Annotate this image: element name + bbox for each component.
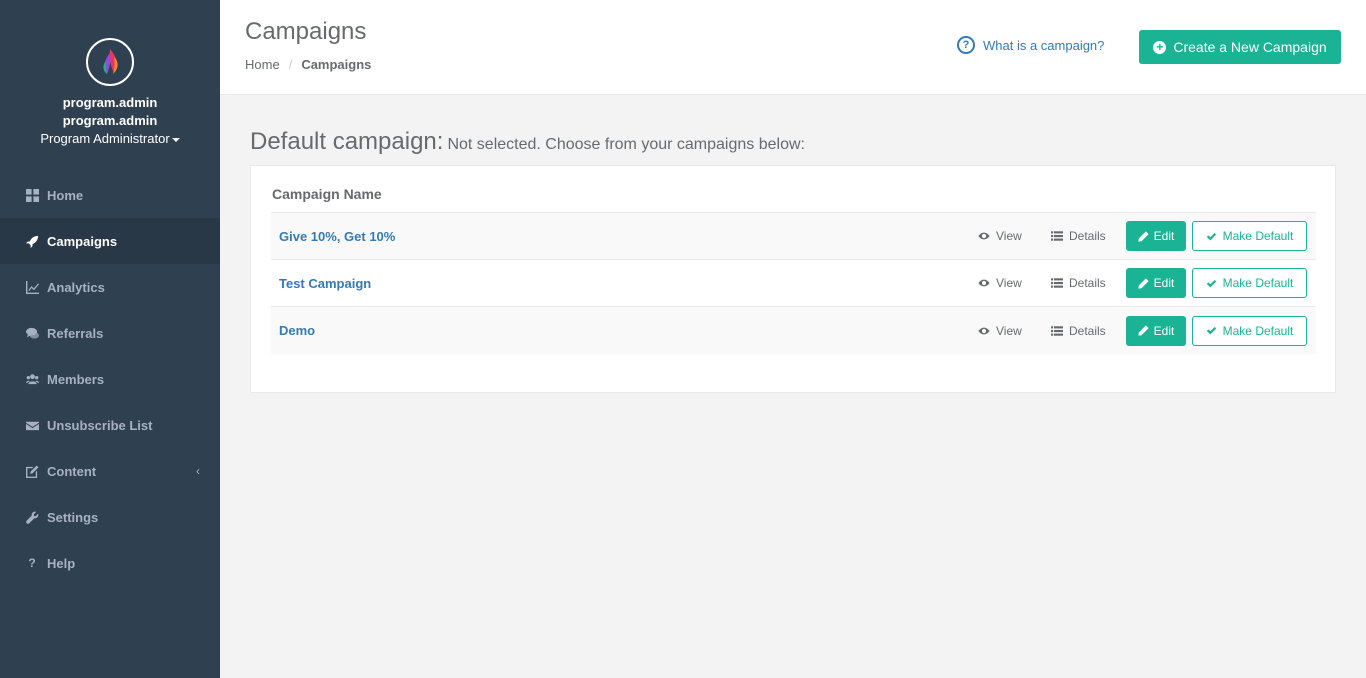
list-icon [1051, 325, 1063, 336]
users-icon [25, 372, 39, 386]
campaign-name-link[interactable]: Give 10%, Get 10% [279, 229, 395, 244]
profile: program.admin program.admin Program Admi… [0, 0, 220, 172]
breadcrumb: Home / Campaigns [245, 57, 371, 72]
sidebar-item-label: Content [47, 463, 97, 479]
sidebar-item-settings[interactable]: Settings [0, 494, 220, 540]
table-row: Give 10%, Get 10% View Details Edit Make… [271, 213, 1316, 260]
rocket-icon [25, 234, 39, 248]
default-campaign-status: Not selected. Choose from your campaigns… [447, 136, 805, 153]
chevron-left-icon: ‹ [196, 464, 200, 478]
edit-button[interactable]: Edit [1126, 221, 1186, 251]
sidebar-item-label: Members [47, 371, 105, 387]
view-label: View [996, 323, 1022, 338]
column-header-campaign-name: Campaign Name [272, 186, 382, 202]
details-link[interactable]: Details [1051, 229, 1106, 243]
breadcrumb-current: Campaigns [301, 57, 372, 72]
help-link-label: What is a campaign? [983, 37, 1105, 53]
sidebar-item-label: Unsubscribe List [47, 417, 153, 433]
make-default-button[interactable]: Make Default [1192, 315, 1307, 346]
eye-icon [978, 279, 990, 287]
sidebar-item-label: Settings [47, 509, 99, 525]
sidebar-item-members[interactable]: Members [0, 356, 220, 402]
wrench-icon [25, 510, 39, 524]
sidebar-item-label: Home [47, 187, 84, 203]
page-header: Campaigns Home / Campaigns ? What is a cam… [220, 0, 1366, 95]
role-dropdown[interactable]: Program Administrator [0, 130, 220, 148]
list-icon [1051, 278, 1063, 288]
user-login: program.admin [62, 113, 158, 128]
create-button-label: Create a New Campaign [1173, 39, 1327, 55]
sidebar-item-label: Campaigns [47, 233, 118, 249]
edit-label: Edit [1153, 323, 1175, 338]
sidebar-item-help[interactable]: ? Help [0, 540, 220, 586]
make-default-label: Make Default [1222, 276, 1294, 290]
sidebar-item-campaigns[interactable]: Campaigns [0, 218, 220, 264]
details-link[interactable]: Details [1051, 276, 1106, 290]
sidebar-item-label: Analytics [47, 279, 105, 295]
make-default-button[interactable]: Make Default [1192, 221, 1307, 251]
details-link[interactable]: Details [1051, 324, 1106, 338]
check-icon [1206, 279, 1216, 287]
view-link[interactable]: View [978, 229, 1022, 243]
default-campaign-title: Default campaign: [250, 128, 444, 155]
view-link[interactable]: View [978, 324, 1022, 338]
view-label: View [996, 276, 1022, 290]
sidebar-item-label: Help [47, 555, 76, 571]
role-label: Program Administrator [40, 131, 170, 146]
page-title: Campaigns [245, 18, 367, 45]
list-icon [1051, 231, 1063, 241]
sidebar-item-unsubscribe-list[interactable]: Unsubscribe List [0, 402, 220, 448]
campaign-name-link[interactable]: Test Campaign [279, 276, 371, 291]
campaigns-table: Give 10%, Get 10% View Details Edit Make… [271, 212, 1316, 354]
line-chart-icon [25, 280, 39, 294]
comments-icon [25, 326, 39, 340]
make-default-button[interactable]: Make Default [1192, 268, 1307, 298]
edit-label: Edit [1153, 276, 1175, 290]
plus-circle-icon: + [1153, 40, 1167, 54]
create-campaign-button[interactable]: + Create a New Campaign [1139, 30, 1341, 64]
campaign-name-link[interactable]: Demo [279, 323, 315, 338]
question-icon: ? [28, 556, 36, 570]
pencil-icon [1138, 277, 1149, 289]
edit-button[interactable]: Edit [1126, 268, 1186, 298]
caret-down-icon [171, 137, 180, 142]
breadcrumb-separator: / [288, 57, 293, 72]
campaigns-panel: Campaign Name Give 10%, Get 10% View Det… [250, 165, 1336, 393]
edit-button[interactable]: Edit [1126, 315, 1186, 346]
view-link[interactable]: View [978, 276, 1022, 290]
details-label: Details [1069, 323, 1106, 338]
view-label: View [996, 229, 1022, 243]
what-is-campaign-link[interactable]: ? What is a campaign? [957, 36, 1104, 54]
th-large-icon [25, 188, 39, 202]
pencil-icon [1138, 230, 1149, 242]
breadcrumb-home[interactable]: Home [245, 57, 280, 72]
edit-label: Edit [1153, 229, 1175, 243]
default-campaign-heading: Default campaign: Not selected. Choose fr… [250, 128, 805, 156]
eye-icon [978, 232, 990, 240]
check-icon [1206, 326, 1216, 335]
brand-logo [86, 38, 134, 86]
sidebar-item-referrals[interactable]: Referrals [0, 310, 220, 356]
check-icon [1206, 232, 1216, 240]
sidebar-item-analytics[interactable]: Analytics [0, 264, 220, 310]
details-label: Details [1069, 276, 1106, 290]
pencil-icon [1138, 325, 1149, 336]
sidebar-item-content[interactable]: Content ‹ [0, 448, 220, 494]
envelope-icon [25, 418, 39, 432]
sidebar-item-home[interactable]: Home [0, 172, 220, 218]
eye-icon [978, 327, 990, 334]
sidebar: program.admin program.admin Program Admi… [0, 0, 220, 678]
sidebar-nav: Home Campaigns Analytics Referrals Membe… [0, 172, 220, 586]
user-name: program.admin [62, 95, 158, 110]
details-label: Details [1069, 229, 1106, 243]
table-row: Demo View Details Edit Make Default [271, 307, 1316, 354]
make-default-label: Make Default [1222, 323, 1294, 338]
sidebar-item-label: Referrals [47, 325, 104, 341]
question-circle-icon: ? [957, 36, 975, 54]
table-row: Test Campaign View Details Edit Make Def… [271, 260, 1316, 307]
edit-icon [25, 464, 39, 478]
make-default-label: Make Default [1222, 229, 1294, 243]
